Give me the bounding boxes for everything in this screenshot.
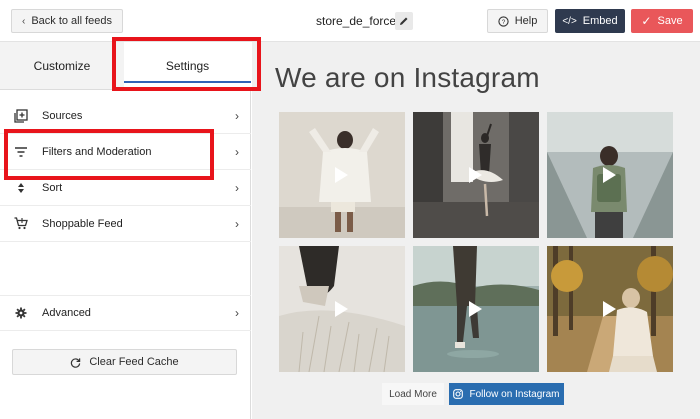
feed-name: store_de_force — [316, 14, 397, 28]
follow-label: Follow on Instagram — [469, 388, 560, 400]
filter-icon — [0, 146, 42, 158]
play-icon — [603, 167, 616, 183]
chevron-right-icon: › — [235, 216, 239, 231]
instagram-post[interactable] — [547, 246, 673, 372]
check-icon: ✓ — [641, 14, 652, 28]
play-icon — [335, 167, 348, 183]
top-bar: ‹ Back to all feeds store_de_force ? Hel… — [0, 0, 700, 42]
chevron-left-icon: ‹ — [21, 15, 26, 27]
tab-settings-label: Settings — [165, 59, 210, 73]
play-icon — [469, 167, 482, 183]
shopping-cart-icon — [0, 217, 42, 230]
embed-button[interactable]: </> Embed — [555, 9, 625, 33]
sidebar-item-label: Shoppable Feed — [42, 217, 123, 230]
sidebar-tabs: Customize Settings — [0, 42, 251, 90]
pencil-icon — [400, 17, 408, 25]
sidebar-item-shoppable-feed[interactable]: Shoppable Feed › — [0, 206, 251, 242]
back-to-feeds-button[interactable]: ‹ Back to all feeds — [11, 9, 123, 33]
instagram-post[interactable] — [279, 246, 405, 372]
instagram-post[interactable] — [413, 246, 539, 372]
chevron-right-icon: › — [235, 305, 239, 320]
instagram-post[interactable] — [279, 112, 405, 238]
clear-feed-cache-button[interactable]: Clear Feed Cache — [12, 349, 237, 375]
sidebar-item-sort[interactable]: Sort › — [0, 170, 251, 206]
edit-name-button[interactable] — [395, 12, 413, 30]
play-icon — [603, 301, 616, 317]
help-icon: ? — [498, 15, 509, 27]
sort-icon — [0, 182, 42, 194]
tab-customize-label: Customize — [33, 59, 91, 73]
sidebar-item-label: Sort — [42, 181, 63, 194]
help-label: Help — [514, 15, 538, 27]
follow-on-instagram-button[interactable]: Follow on Instagram — [449, 383, 564, 405]
sidebar-item-label: Sources — [42, 109, 83, 122]
add-to-library-icon — [0, 108, 42, 123]
gear-icon — [0, 307, 42, 319]
back-label: Back to all feeds — [31, 15, 113, 27]
svg-text:?: ? — [501, 18, 505, 25]
play-icon — [335, 301, 348, 317]
load-more-button[interactable]: Load More — [382, 383, 444, 405]
instagram-post[interactable] — [413, 112, 539, 238]
clear-cache-label: Clear Feed Cache — [89, 356, 179, 368]
instagram-post[interactable] — [547, 112, 673, 238]
sidebar-item-filters-and-moderation[interactable]: Filters and Moderation › — [0, 134, 251, 170]
play-icon — [469, 301, 482, 317]
sidebar-item-advanced[interactable]: Advanced › — [0, 295, 251, 331]
active-tab-indicator — [124, 81, 251, 83]
instagram-icon — [453, 389, 464, 399]
sidebar-item-label: Filters and Moderation — [42, 145, 152, 158]
chevron-right-icon: › — [235, 180, 239, 195]
chevron-right-icon: › — [235, 144, 239, 159]
code-icon: </> — [562, 15, 577, 27]
load-more-label: Load More — [389, 388, 437, 400]
refresh-icon — [71, 357, 81, 368]
tab-customize[interactable]: Customize — [0, 42, 124, 90]
sidebar-item-label: Advanced — [42, 306, 91, 319]
save-label: Save — [657, 15, 683, 27]
feed-header-title: We are on Instagram — [275, 62, 540, 93]
feed-preview: We are on Instagram Load More Follow on … — [252, 42, 700, 419]
sidebar: Customize Settings Sources › Filters and… — [0, 42, 251, 419]
sidebar-item-sources[interactable]: Sources › — [0, 98, 251, 134]
help-button[interactable]: ? Help — [487, 9, 548, 33]
embed-label: Embed — [582, 15, 618, 27]
save-button[interactable]: ✓ Save — [631, 9, 693, 33]
chevron-right-icon: › — [235, 108, 239, 123]
